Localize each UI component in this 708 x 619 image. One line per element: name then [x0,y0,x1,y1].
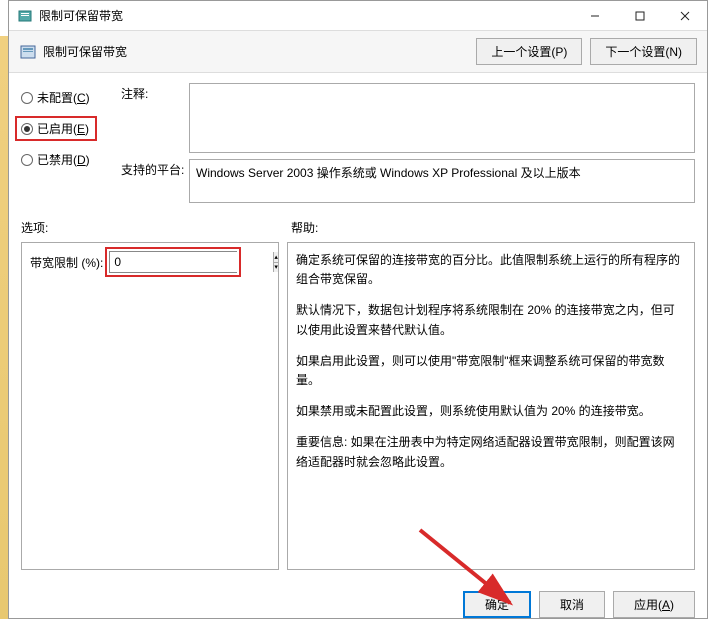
help-paragraph: 如果启用此设置，则可以使用"带宽限制"框来调整系统可保留的带宽数量。 [296,352,686,390]
window-controls [572,2,707,30]
state-radio-group: 未配置(C) 已启用(E) 已禁用(D) [21,83,121,209]
window-title: 限制可保留带宽 [39,7,572,24]
radio-label: 已禁用(D) [37,151,90,168]
radio-not-configured[interactable]: 未配置(C) [21,89,121,106]
radio-label: 未配置(C) [37,89,90,106]
radio-icon [21,123,33,135]
platform-box[interactable]: Windows Server 2003 操作系统或 Windows XP Pro… [189,159,695,203]
toolbar: 限制可保留带宽 上一个设置(P) 下一个设置(N) [9,31,707,73]
background-sidebar [0,36,8,619]
options-panel: 带宽限制 (%): ▴ ▾ [21,242,279,570]
maximize-button[interactable] [617,2,662,30]
policy-icon [19,43,37,61]
help-paragraph: 确定系统可保留的连接带宽的百分比。此值限制系统上运行的所有程序的组合带宽保留。 [296,251,686,289]
apply-button[interactable]: 应用(A) [613,591,695,618]
options-heading: 选项: [21,219,291,236]
dialog-footer: 确定 取消 应用(A) [463,591,695,618]
content-area: 未配置(C) 已启用(E) 已禁用(D) 注释: 支持的平台: [9,73,707,618]
ok-button[interactable]: 确定 [463,591,531,618]
minimize-button[interactable] [572,2,617,30]
spinner-up-icon[interactable]: ▴ [274,252,278,262]
next-setting-button[interactable]: 下一个设置(N) [590,38,697,65]
help-paragraph: 重要信息: 如果在注册表中为特定网络适配器设置带宽限制，则配置该网络适配器时就会… [296,433,686,471]
close-button[interactable] [662,2,707,30]
help-paragraph: 如果禁用或未配置此设置，则系统使用默认值为 20% 的连接带宽。 [296,402,686,421]
help-paragraph: 默认情况下，数据包计划程序将系统限制在 20% 的连接带宽之内，但可以使用此设置… [296,301,686,339]
comment-textarea[interactable] [189,83,695,153]
radio-icon [21,154,33,166]
help-panel[interactable]: 确定系统可保留的连接带宽的百分比。此值限制系统上运行的所有程序的组合带宽保留。 … [287,242,695,570]
comment-label: 注释: [121,83,189,153]
bandwidth-limit-input[interactable] [110,252,273,272]
toolbar-title: 限制可保留带宽 [43,43,468,60]
help-heading: 帮助: [291,219,695,236]
radio-enabled[interactable]: 已启用(E) [17,118,95,139]
spinner-down-icon[interactable]: ▾ [274,262,278,273]
dialog-window: 限制可保留带宽 限制可保留带宽 上一个设置(P) 下一个设置(N) 未配置(C)… [8,0,708,619]
cancel-button[interactable]: 取消 [539,591,605,618]
titlebar: 限制可保留带宽 [9,1,707,31]
bandwidth-limit-label: 带宽限制 (%): [30,254,103,271]
prev-setting-button[interactable]: 上一个设置(P) [476,38,582,65]
radio-icon [21,92,33,104]
radio-disabled[interactable]: 已禁用(D) [21,151,121,168]
platform-label: 支持的平台: [121,159,189,203]
radio-label: 已启用(E) [37,120,89,137]
app-icon [17,8,33,24]
platform-text: Windows Server 2003 操作系统或 Windows XP Pro… [196,166,581,180]
bandwidth-limit-spinner[interactable]: ▴ ▾ [109,251,237,273]
